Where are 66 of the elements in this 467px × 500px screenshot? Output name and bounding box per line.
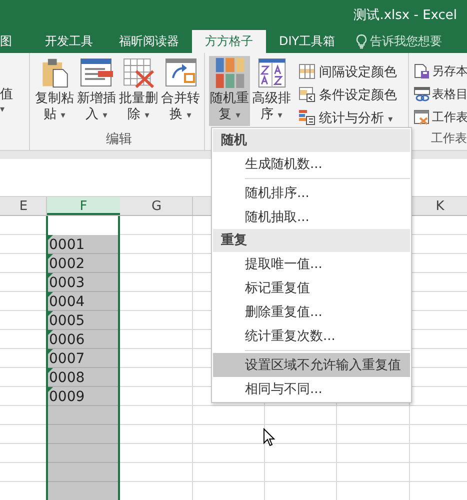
corner-marker-icon [48,330,53,335]
corner-marker-icon [48,387,53,392]
mouse-pointer-icon [263,428,275,447]
menu-item[interactable]: 标记重复值 [213,276,410,300]
inserted-row-icon [80,58,114,88]
column-header[interactable]: K [410,197,467,215]
table-cell: 0006 [49,332,85,348]
corner-marker-icon [48,273,53,278]
ribbon-tab[interactable]: DIY工具箱 [266,30,348,53]
table-cell: 0007 [49,351,85,367]
table-cell: 0008 [49,370,85,386]
corner-marker-icon [48,311,53,316]
clipboard-icon [40,58,70,88]
menu-item[interactable]: 随机排序... [213,181,410,205]
tell-me-field[interactable]: 告诉我您想要 [370,33,442,50]
ribbon-button[interactable]: 高级排 序 ▾ [251,56,292,126]
menu-section-header: 重复 [213,229,410,252]
lightbulb-icon [356,34,368,49]
ribbon-button[interactable]: 统计与分析 ▾ [297,108,399,127]
ribbon-label: 值 [0,86,13,103]
ribbon-button[interactable]: 表格目 [414,85,467,104]
column-header[interactable]: G [120,197,193,215]
merge-cells-icon [164,58,196,88]
menu-item[interactable]: 提取唯一值... [213,252,410,276]
ribbon-tab[interactable]: 开发工具 [32,30,106,53]
ribbon-button[interactable]: 批量删 除 ▾ [118,56,159,126]
menu-item[interactable]: 随机抽取... [213,205,410,229]
table-cell: 0003 [49,275,85,291]
menu-item[interactable]: 设置区域不允许输入重复值 [213,353,410,377]
ribbon-button[interactable]: 复制粘 贴 ▾ [34,56,75,126]
ribbon-button[interactable]: 条件设定颜色 [297,85,399,104]
column-header[interactable]: E [0,197,47,215]
table-cell: 0001 [49,237,85,253]
ribbon-tab[interactable]: 福昕阅读器 [106,30,192,53]
selected-column[interactable]: 0001 0002 0003 0004 0005 0006 0007 0008 0009 [46,216,120,500]
chart-table-icon [299,110,315,125]
group-label: 编辑 [106,132,132,147]
delete-grid-icon [122,58,156,88]
menu-item[interactable]: 生成随机数... [213,152,410,176]
table-cell: 0002 [49,256,85,272]
condition-grid-icon [299,87,315,102]
ribbon-button[interactable]: 间隔设定颜色 [297,62,399,81]
striped-grid-icon [299,64,315,79]
column-header[interactable]: F [47,197,120,215]
menu-section-header: 随机 [213,129,410,152]
corner-marker-icon [48,254,53,259]
corner-marker-icon [48,349,53,354]
corner-marker-icon [48,368,53,373]
sort-az-icon [256,58,286,88]
menu-item[interactable]: 相同与不同... [213,377,410,401]
menu-item[interactable]: 删除重复值... [213,300,410,324]
ribbon-button[interactable]: 新增插 入 ▾ [76,56,117,126]
caret-icon: ▾ [0,105,5,115]
corner-marker-icon [48,235,53,240]
group-label: 工作表 [431,131,467,145]
color-tiles-icon [214,58,246,88]
table-cell: 0005 [49,313,85,329]
table-cell: 0004 [49,294,85,310]
window-title: 测试.xlsx - Excel [354,7,457,24]
menu-item[interactable]: 统计重复次数... [213,324,410,348]
ribbon-button[interactable]: 随机重 复 ▾ [209,56,250,126]
ribbon-button[interactable]: 合并转 换 ▾ [160,56,201,126]
corner-marker-icon [48,292,53,297]
ribbon-tab[interactable]: 方方格子 [192,30,266,53]
ribbon-tab[interactable]: 图 [0,30,32,53]
table-cell: 0009 [49,389,85,405]
